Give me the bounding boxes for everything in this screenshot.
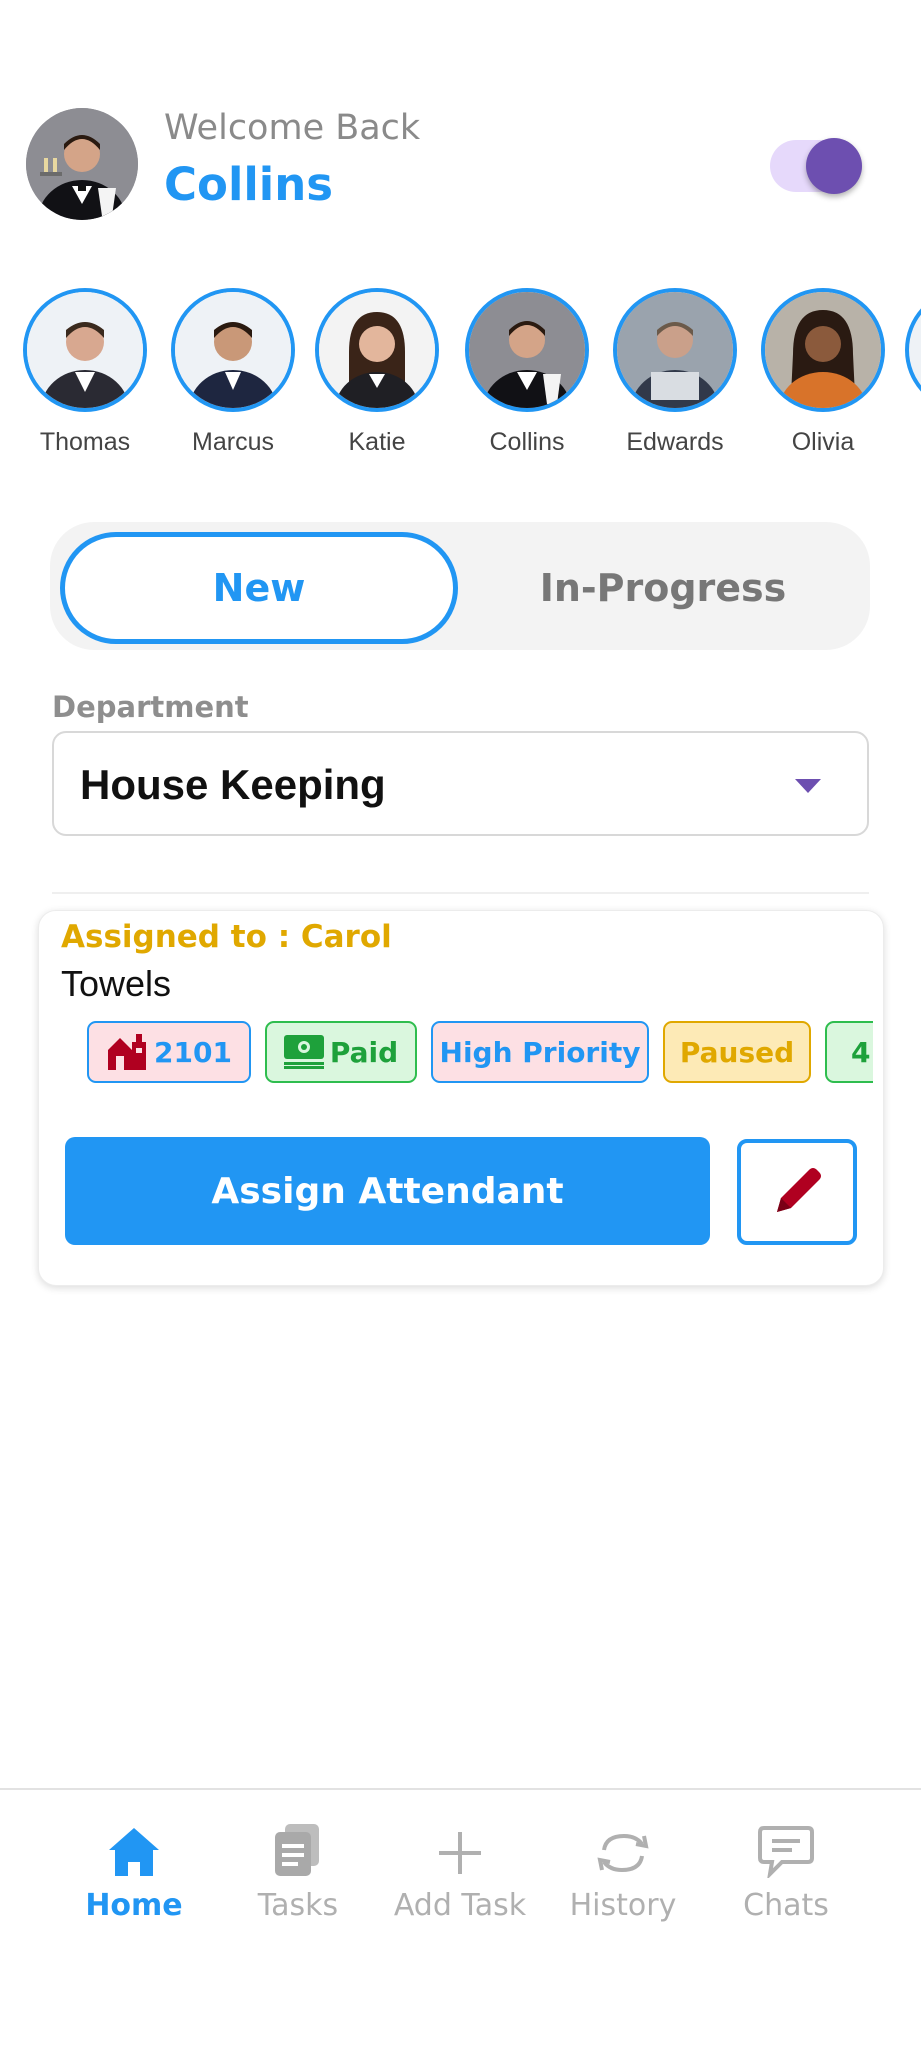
building-icon	[108, 1034, 147, 1070]
priority-tag: High Priority	[431, 1021, 649, 1083]
welcome-text: Welcome Back	[164, 108, 421, 148]
payment-status: Paid	[329, 1035, 399, 1069]
nav-add-task-label: Add Task	[393, 1888, 527, 1923]
money-icon	[283, 1035, 324, 1069]
profile-avatar[interactable]	[26, 108, 138, 220]
task-card[interactable]: Assigned to : Carol Towels 2101 Paid Hig…	[38, 910, 884, 1286]
task-title: Towels	[61, 963, 172, 1004]
staff-name: Katie	[348, 428, 406, 456]
staff-name: Collins	[489, 428, 565, 456]
staff-name: Edwards	[626, 428, 724, 456]
department-select[interactable]: House Keeping	[52, 731, 869, 836]
staff-name: Marcus	[192, 428, 274, 456]
assign-attendant-button[interactable]: Assign Attendant	[65, 1137, 710, 1245]
plus-icon	[439, 1832, 481, 1874]
staff-avatar	[171, 288, 295, 412]
staff-item-olivia[interactable]: Olivia	[748, 288, 898, 457]
bottom-nav: Home Tasks Add Task History Chats	[0, 1788, 921, 2048]
nav-tasks[interactable]: Tasks	[218, 1818, 378, 1923]
chat-icon	[758, 1826, 814, 1878]
staff-name: Olivia	[791, 428, 855, 456]
username: Collins	[164, 158, 334, 211]
staff-avatar	[613, 288, 737, 412]
tab-new[interactable]: New	[60, 532, 458, 644]
theme-toggle[interactable]	[770, 138, 862, 194]
staff-avatar	[905, 288, 921, 412]
nav-tasks-label: Tasks	[257, 1888, 339, 1923]
tab-in-progress[interactable]: In-Progress	[464, 532, 862, 644]
department-label: Department	[52, 690, 249, 724]
department-value: House Keeping	[80, 761, 386, 808]
extra-tag: 4	[825, 1021, 873, 1083]
nav-history[interactable]: History	[543, 1818, 703, 1923]
staff-avatar	[315, 288, 439, 412]
staff-item-partial[interactable]	[892, 288, 921, 412]
divider	[52, 892, 869, 894]
staff-row[interactable]: Thomas Marcus Katie Collins Edwards Oliv…	[0, 288, 921, 468]
nav-add-task[interactable]: Add Task	[380, 1818, 540, 1923]
tasks-icon	[275, 1824, 319, 1876]
pencil-icon	[777, 1168, 821, 1212]
profile-photo	[26, 108, 138, 220]
task-tags: 2101 Paid High Priority Paused 4	[87, 1021, 873, 1087]
nav-chats-label: Chats	[743, 1888, 829, 1923]
staff-avatar	[465, 288, 589, 412]
task-status-tabs: New In-Progress	[50, 522, 870, 650]
edit-button[interactable]	[737, 1139, 857, 1245]
staff-item-edwards[interactable]: Edwards	[600, 288, 750, 457]
nav-home[interactable]: Home	[54, 1818, 214, 1923]
toggle-knob	[806, 138, 862, 194]
room-tag: 2101	[87, 1021, 251, 1083]
staff-avatar	[761, 288, 885, 412]
payment-tag: Paid	[265, 1021, 417, 1083]
refresh-icon	[597, 1833, 649, 1873]
staff-item-marcus[interactable]: Marcus	[158, 288, 308, 457]
nav-history-label: History	[569, 1888, 677, 1923]
home-icon	[109, 1828, 159, 1876]
room-number: 2101	[154, 1035, 232, 1069]
status-tag: Paused	[663, 1021, 811, 1083]
assigned-to-text: Assigned to : Carol	[61, 919, 392, 955]
nav-chats[interactable]: Chats	[706, 1818, 866, 1923]
nav-home-label: Home	[85, 1888, 183, 1923]
chevron-down-icon	[795, 779, 821, 793]
staff-name: Thomas	[39, 428, 131, 456]
staff-avatar	[23, 288, 147, 412]
staff-item-katie[interactable]: Katie	[302, 288, 452, 457]
staff-item-thomas[interactable]: Thomas	[10, 288, 160, 457]
staff-item-collins[interactable]: Collins	[452, 288, 602, 457]
